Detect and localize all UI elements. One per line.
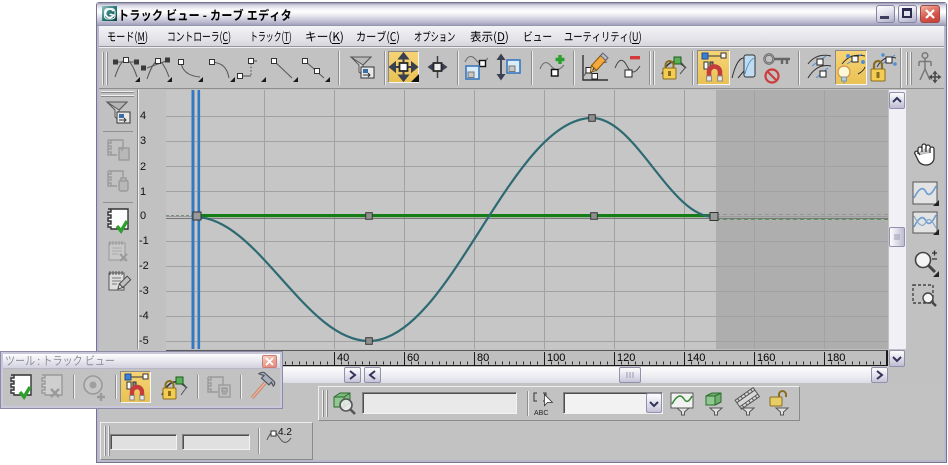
svg-text:120: 120 — [617, 352, 635, 364]
svg-text:100: 100 — [547, 352, 565, 364]
svg-text:ABC: ABC — [534, 410, 548, 417]
svg-text:80: 80 — [477, 352, 489, 364]
svg-text:4.2: 4.2 — [278, 427, 292, 438]
svg-text:160: 160 — [757, 352, 775, 364]
svg-text:180: 180 — [827, 352, 845, 364]
svg-text:60: 60 — [407, 352, 419, 364]
svg-text:140: 140 — [687, 352, 705, 364]
svg-text:40: 40 — [337, 352, 349, 364]
